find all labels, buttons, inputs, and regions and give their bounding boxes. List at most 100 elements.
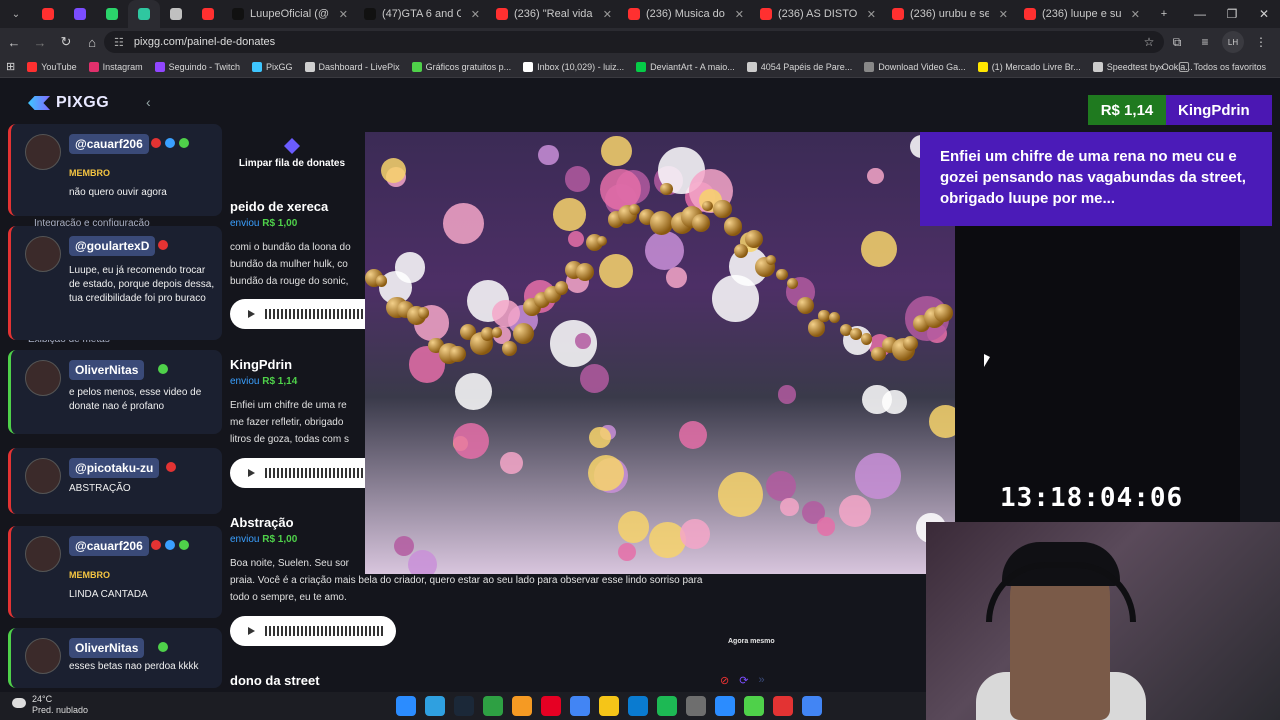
address-bar[interactable]: ☷ pixgg.com/painel-de-donates [104,31,1164,53]
play-icon[interactable] [248,469,255,477]
browser-tab[interactable]: (47)GTA 6 and God of W ✕ [356,0,488,28]
play-icon[interactable] [248,310,255,318]
browser-tab[interactable] [64,0,96,28]
skip-icon[interactable]: » [758,674,764,687]
flower-petal [452,423,490,460]
home-icon[interactable]: ⌂ [80,30,104,54]
clear-queue-button[interactable]: Limpar fila de donates [222,138,362,169]
reload-icon[interactable]: ↻ [54,30,78,54]
bookmark-item[interactable]: YouTube [21,61,82,72]
chat-username[interactable]: @picotaku-zu [69,458,160,478]
taskbar-app-icon[interactable] [657,696,677,716]
chat-text: ABSTRAÇÃO [69,483,131,494]
bookmark-item[interactable]: Instagram [83,61,149,72]
taskbar-app-icon[interactable] [802,696,822,716]
chat-username[interactable]: OliverNitas [69,638,145,658]
chat-username[interactable]: @goulartexD [69,236,156,256]
back-arrow-icon[interactable]: ← [2,30,26,54]
taskbar-app-icon[interactable] [744,696,764,716]
weather-widget[interactable]: 24°C Pred. nublado [12,694,88,716]
taskbar-app-icon[interactable] [454,696,474,716]
replay-icon[interactable]: ⟳ [739,674,748,687]
badge-icon [165,138,175,148]
browser-tab[interactable]: (236) luupe e sua festa ✕ [1016,0,1148,28]
browser-tab[interactable]: (236) Musica do Rei da ✕ [620,0,752,28]
tab-close-icon[interactable]: ✕ [603,8,612,21]
collapse-sidebar-icon[interactable]: ‹ [146,94,151,110]
taskbar-app-icon[interactable] [715,696,735,716]
audio-player[interactable] [230,616,396,646]
browser-tab[interactable] [32,0,64,28]
tab-close-icon[interactable]: ✕ [867,8,876,21]
mouse-cursor [984,354,990,367]
donor-name: dono da street [230,673,320,688]
browser-tab[interactable] [128,0,160,28]
bookmark-item[interactable]: 4054 Papéis de Pare... [741,61,859,72]
bookmark-item[interactable]: Dashboard - LivePix [299,61,406,72]
golden-bead [417,307,429,319]
bookmark-label: 4054 Papéis de Pare... [760,61,853,72]
pixgg-logo[interactable]: PIXGG [28,94,109,112]
taskbar-app-icon[interactable] [512,696,532,716]
tab-close-icon[interactable]: ✕ [339,8,348,21]
tab-close-icon[interactable]: ✕ [999,8,1008,21]
bookmark-item[interactable]: DeviantArt - A maio... [630,61,741,72]
chat-message: OliverNitas esses betas nao perdoa kkkk [8,628,222,688]
taskbar-app-icon[interactable] [686,696,706,716]
close-icon[interactable]: ✕ [1248,0,1280,28]
bookmark-item[interactable]: PixGG [246,61,299,72]
bookmark-item[interactable]: Gráficos gratuitos p... [406,61,518,72]
taskbar-app-icon[interactable] [396,696,416,716]
donation-amount: R$ 1,14 [262,376,298,387]
menu-kebab-icon[interactable]: ⋮ [1250,31,1272,53]
minimize-icon[interactable]: — [1184,0,1216,28]
tab-title: (236) "Real vida do Spid [514,8,593,20]
new-tab-button[interactable]: + [1148,0,1180,28]
golden-bead [797,296,815,314]
more-bookmarks-icon[interactable]: » [1158,62,1163,72]
sent-label: enviou [230,376,260,387]
taskbar-app-icon[interactable] [773,696,793,716]
chat-username[interactable]: OliverNitas [69,360,145,380]
golden-bead [860,333,873,345]
bookmark-item[interactable]: Download Video Ga... [858,61,971,72]
tab-close-icon[interactable]: ✕ [1131,8,1140,21]
extensions-icon[interactable]: ⧉ [1166,31,1188,53]
browser-tab[interactable] [192,0,224,28]
browser-tab[interactable]: (236) urubu e seu segre ✕ [884,0,1016,28]
play-icon[interactable] [248,627,255,635]
browser-tab[interactable] [96,0,128,28]
browser-tab[interactable]: (236) AS DISTORÇÕES ✕ [752,0,884,28]
media-controls-icon[interactable]: ≡ [1194,31,1216,53]
tab-close-icon[interactable]: ✕ [471,8,480,21]
taskbar-app-icon[interactable] [570,696,590,716]
bookmark-label: Inbox (10,029) - luiz... [537,61,625,72]
donation-timestamp: Agora mesmo [728,638,775,645]
browser-tab[interactable] [160,0,192,28]
taskbar-app-icon[interactable] [541,696,561,716]
block-icon[interactable]: ⊘ [720,674,729,687]
apps-grid-icon[interactable]: ⊞ [0,60,21,73]
chat-username[interactable]: @cauarf206 [69,536,149,556]
taskbar-app-icon[interactable] [483,696,503,716]
browser-tab[interactable]: (236) "Real vida do Spid ✕ [488,0,620,28]
browser-tab[interactable]: LuupeOficial (@luupe0f ✕ [224,0,356,28]
maximize-icon[interactable]: ❐ [1216,0,1248,28]
tab-close-icon[interactable]: ✕ [735,8,744,21]
bookmark-item[interactable]: Seguindo - Twitch [149,61,246,72]
taskbar-app-icon[interactable] [628,696,648,716]
tab-search-button[interactable]: ⌄ [0,0,32,28]
taskbar-app-icon[interactable] [425,696,445,716]
taskbar-app-icon[interactable] [599,696,619,716]
stream-overlay-area [955,226,1240,522]
bookmark-star-icon[interactable]: ☆ [1138,31,1160,53]
all-bookmarks[interactable]: Todos os favoritos [1173,61,1272,72]
bookmark-item[interactable]: Inbox (10,029) - luiz... [517,61,630,72]
site-info-icon[interactable]: ☷ [114,36,124,49]
bookmark-item[interactable]: (1) Mercado Livre Br... [972,61,1087,72]
forward-arrow-icon[interactable]: → [28,30,52,54]
flower-petal [442,202,484,244]
badge-icon [158,642,169,652]
profile-avatar[interactable]: LH [1222,31,1244,53]
chat-username[interactable]: @cauarf206 [69,134,149,154]
